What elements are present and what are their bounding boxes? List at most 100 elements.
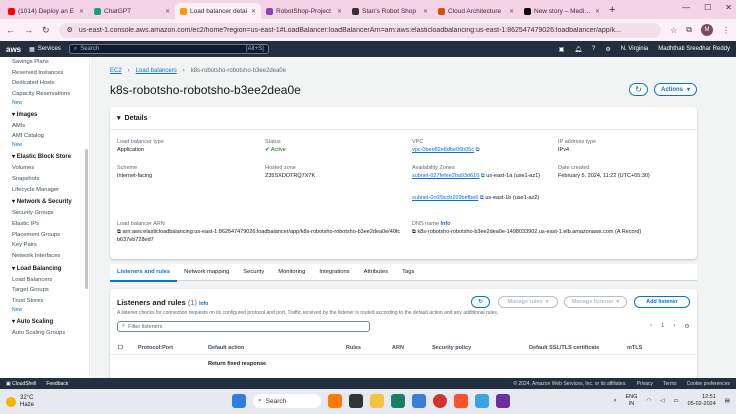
col-mtls[interactable]: mTLS xyxy=(627,345,642,351)
subnet-1-link[interactable]: subnet-027fefee2ba93d616 xyxy=(412,173,479,179)
help-icon[interactable]: ? xyxy=(592,46,595,52)
browser-tab[interactable]: (1014) Deploy an E ✕ xyxy=(3,3,89,19)
refresh-button[interactable]: ↻ xyxy=(629,83,648,96)
browser-tab[interactable]: Load balancer detai ✕ xyxy=(175,3,261,19)
sidebar-item[interactable]: Dedicated Hosts xyxy=(12,78,89,89)
close-tab-icon[interactable]: ✕ xyxy=(423,8,428,15)
mail-icon[interactable] xyxy=(475,394,489,408)
file-explorer-icon[interactable] xyxy=(370,394,384,408)
terminal-icon[interactable]: ▣ xyxy=(559,46,565,53)
tab-tags[interactable]: Tags xyxy=(395,264,421,281)
region-selector[interactable]: N. Virginia xyxy=(621,46,649,52)
sidebar-section-header[interactable]: ▾ Elastic Block Store xyxy=(12,150,89,163)
col-rules[interactable]: Rules xyxy=(346,345,361,351)
add-listener-button[interactable]: Add listener xyxy=(634,296,690,308)
refresh-listeners-button[interactable]: ↻ xyxy=(471,296,490,308)
tab-monitoring[interactable]: Monitoring xyxy=(271,264,312,281)
breadcrumb-ec2[interactable]: EC2 xyxy=(110,68,122,74)
tab-network-mapping[interactable]: Network mapping xyxy=(177,264,236,281)
store-icon[interactable] xyxy=(412,394,426,408)
profile-avatar[interactable]: M xyxy=(701,24,713,36)
browser-tab[interactable]: RobotShop-Project ✕ xyxy=(261,3,347,19)
close-window-icon[interactable]: ✕ xyxy=(725,3,732,12)
settings-icon[interactable]: ⚙ xyxy=(605,46,610,53)
sidebar-section-header[interactable]: ▾ Load Balancing xyxy=(12,262,89,275)
prev-page-icon[interactable]: ‹ xyxy=(650,323,652,330)
url-field[interactable]: ⚙ us-east-1.console.aws.amazon.com/ec2/h… xyxy=(58,22,662,38)
tab-integrations[interactable]: Integrations xyxy=(312,264,356,281)
actions-button[interactable]: Actions ▾ xyxy=(654,83,697,96)
sidebar-item[interactable]: Target Groups xyxy=(12,285,89,296)
gear-icon[interactable]: ⚙ xyxy=(684,323,689,330)
services-menu[interactable]: ▦ Services xyxy=(29,46,61,53)
sidebar-section-header[interactable]: ▾ Auto Scaling xyxy=(12,315,89,328)
close-tab-icon[interactable]: ✕ xyxy=(337,8,342,15)
breadcrumb-load-balancers[interactable]: Load balancers xyxy=(136,68,177,74)
close-tab-icon[interactable]: ✕ xyxy=(79,8,84,15)
menu-icon[interactable]: ⋮ xyxy=(722,26,730,35)
sidebar-item[interactable]: Network Interfaces xyxy=(12,251,89,262)
language-indicator[interactable]: ENG IN xyxy=(625,394,637,408)
sidebar-item[interactable]: Capacity Reservations xyxy=(12,89,89,100)
terminal-app-icon[interactable] xyxy=(496,394,510,408)
copy-icon[interactable]: ⧉ xyxy=(412,229,416,235)
col-ssl-cert[interactable]: Default SSL/TLS certificate xyxy=(529,345,599,351)
notification-icon[interactable]: ▤ xyxy=(725,398,730,404)
weather-widget[interactable]: 32°C Haze xyxy=(6,395,34,409)
task-view-icon[interactable] xyxy=(349,394,363,408)
terms-link[interactable]: Terms xyxy=(663,381,677,387)
page-number[interactable]: 1 xyxy=(661,323,664,330)
listeners-info-link[interactable]: Info xyxy=(199,301,208,307)
close-tab-icon[interactable]: ✕ xyxy=(165,8,170,15)
select-all-checkbox[interactable]: ☐ xyxy=(118,345,123,351)
forward-icon[interactable]: → xyxy=(24,25,33,35)
user-menu[interactable]: Madhthati Sreedhar Reddy xyxy=(658,46,730,52)
close-tab-icon[interactable]: ✕ xyxy=(595,8,600,15)
browser-tab[interactable]: Stan's Robot Shop ✕ xyxy=(347,3,433,19)
tab-security[interactable]: Security xyxy=(236,264,271,281)
subnet-2-link[interactable]: subnet-0c6f9ccb269befbe6 xyxy=(412,195,478,201)
browser-tab[interactable]: Cloud Architecture ✕ xyxy=(433,3,519,19)
copy-icon[interactable]: ⧉ xyxy=(117,229,121,235)
sidebar-item[interactable]: Load Balancers xyxy=(12,275,89,286)
sidebar-item[interactable]: AMIs xyxy=(12,121,89,132)
tab-listeners-and-rules[interactable]: Listeners and rules xyxy=(110,264,178,282)
sidebar-item[interactable]: Auto Scaling Groups xyxy=(12,328,89,339)
clock[interactable]: 12:51 05-02-2024 xyxy=(688,394,716,408)
dns-info-link[interactable]: Info xyxy=(440,221,450,227)
aws-search-input[interactable]: ⌕ Search [Alt+S] xyxy=(68,44,269,54)
col-arn[interactable]: ARN xyxy=(392,345,404,351)
details-header[interactable]: ▾ Details xyxy=(117,114,147,123)
privacy-link[interactable]: Privacy xyxy=(637,381,653,387)
sidebar-item[interactable]: Trust Stores xyxy=(12,296,89,307)
close-tab-icon[interactable]: ✕ xyxy=(509,8,514,15)
sidebar-item[interactable]: Key Pairs xyxy=(12,240,89,251)
sidebar-item[interactable]: Lifecycle Manager xyxy=(12,185,89,196)
browser-tab[interactable]: New story – Medium ✕ xyxy=(519,3,605,19)
manage-rules-button[interactable]: Manage rules ▾ xyxy=(498,296,558,308)
next-page-icon[interactable]: › xyxy=(673,323,675,330)
chrome-icon[interactable] xyxy=(433,394,447,408)
feedback-link[interactable]: Feedback xyxy=(46,381,68,387)
sidebar-item[interactable]: Volumes xyxy=(12,163,89,174)
brave-icon[interactable] xyxy=(454,394,468,408)
maximize-icon[interactable]: ☐ xyxy=(704,3,711,12)
sidebar-item[interactable]: Security Groups xyxy=(12,208,89,219)
volume-icon[interactable]: ◁ xyxy=(660,398,664,404)
col-protocol[interactable]: Protocol:Port xyxy=(138,345,173,351)
manage-listener-button[interactable]: Manage listener ▾ xyxy=(564,296,627,308)
battery-icon[interactable]: ▭ xyxy=(673,398,678,404)
bell-icon[interactable]: 🔔︎ xyxy=(574,46,582,53)
cloudshell-button[interactable]: ▣ CloudShell xyxy=(6,381,36,387)
minimize-icon[interactable]: — xyxy=(682,3,690,12)
cookie-preferences-link[interactable]: Cookie preferences xyxy=(687,381,730,387)
chevron-up-icon[interactable]: ˄ xyxy=(613,398,616,404)
reload-icon[interactable]: ↻ xyxy=(42,25,50,36)
taskbar-search[interactable]: ⌕ Search xyxy=(253,394,321,408)
edge-icon[interactable] xyxy=(391,394,405,408)
sidebar-scrollbar[interactable] xyxy=(85,149,88,289)
sidebar-item[interactable]: Elastic IPs xyxy=(12,219,89,230)
sidebar-item[interactable]: AMI Catalog xyxy=(12,131,89,142)
site-info-icon[interactable]: ⚙ xyxy=(67,26,73,34)
back-icon[interactable]: ← xyxy=(6,25,15,35)
